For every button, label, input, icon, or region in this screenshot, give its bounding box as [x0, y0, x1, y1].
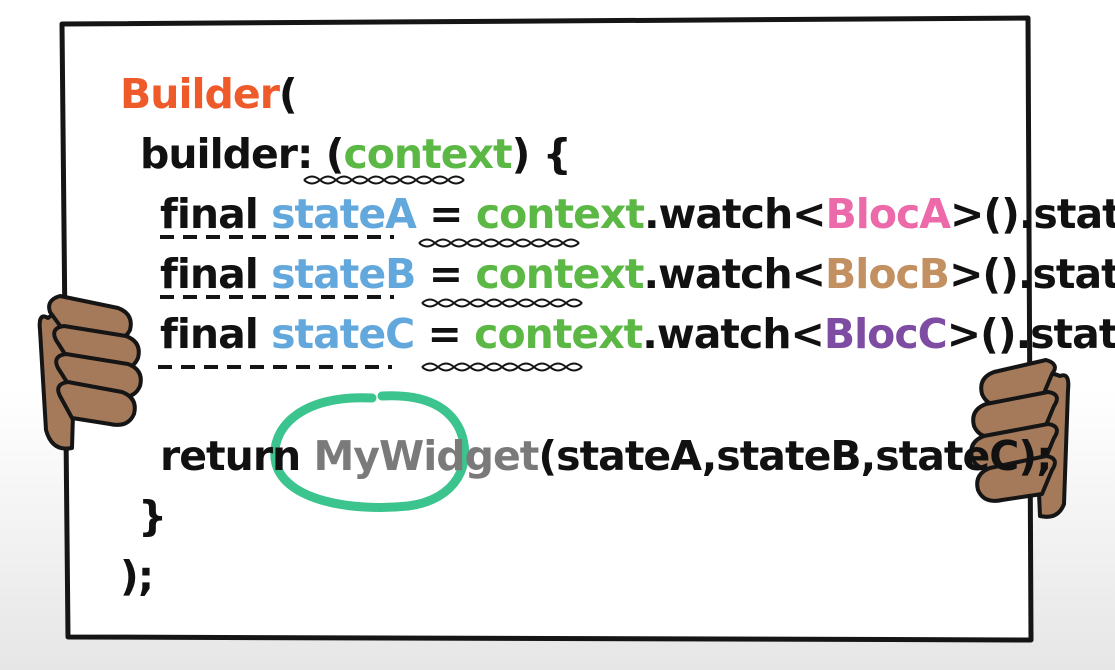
- assign-operator: =: [415, 250, 476, 298]
- builder-keyword: Builder: [120, 70, 280, 118]
- context-keyword: context: [475, 190, 645, 238]
- assign-operator: =: [415, 190, 476, 238]
- code-line-6: return MyWidget(stateA,stateB,stateC);: [160, 432, 1053, 480]
- watch-open: .watch<: [643, 190, 827, 238]
- code-line-1: Builder(: [120, 70, 298, 118]
- code-line-7: }: [138, 492, 167, 540]
- code-line-8: );: [120, 552, 154, 600]
- context-keyword: context: [343, 130, 512, 178]
- paren-open: (: [278, 70, 298, 118]
- final-keyword: final: [160, 310, 259, 358]
- watch-close: >().state;: [946, 310, 1115, 358]
- state-c-variable: stateC: [271, 310, 415, 358]
- watch-close: >().state;: [950, 190, 1115, 238]
- state-b-variable: stateB: [271, 250, 416, 298]
- watch-open: .watch<: [642, 310, 825, 358]
- widget-arguments: (stateA,stateB,stateC);: [538, 432, 1052, 480]
- closing-brace: }: [138, 492, 167, 540]
- closing-paren: );: [120, 552, 154, 600]
- final-keyword: final: [160, 190, 259, 238]
- return-keyword: return: [160, 432, 314, 480]
- code-line-2: builder: (context) {: [140, 130, 572, 178]
- watch-close: >().state;: [949, 250, 1115, 298]
- watch-open: .watch<: [643, 250, 826, 298]
- context-keyword: context: [474, 310, 643, 358]
- code-line-5: final stateC = context.watch<BlocC>().st…: [160, 310, 1115, 358]
- assign-operator: =: [414, 310, 475, 358]
- bloc-a-type: BlocA: [825, 190, 952, 238]
- bloc-b-type: BlocB: [825, 250, 950, 298]
- builder-param-suffix: ) {: [511, 130, 572, 178]
- bloc-c-type: BlocC: [823, 310, 948, 358]
- code-line-4: final stateB = context.watch<BlocB>().st…: [160, 250, 1115, 298]
- final-keyword: final: [160, 250, 259, 298]
- builder-param-prefix: builder: (: [140, 130, 344, 178]
- context-keyword: context: [475, 250, 644, 298]
- state-a-variable: stateA: [271, 190, 417, 238]
- code-line-3: final stateA = context.watch<BlocA>().st…: [160, 190, 1115, 238]
- my-widget-class: MyWidget: [313, 432, 540, 480]
